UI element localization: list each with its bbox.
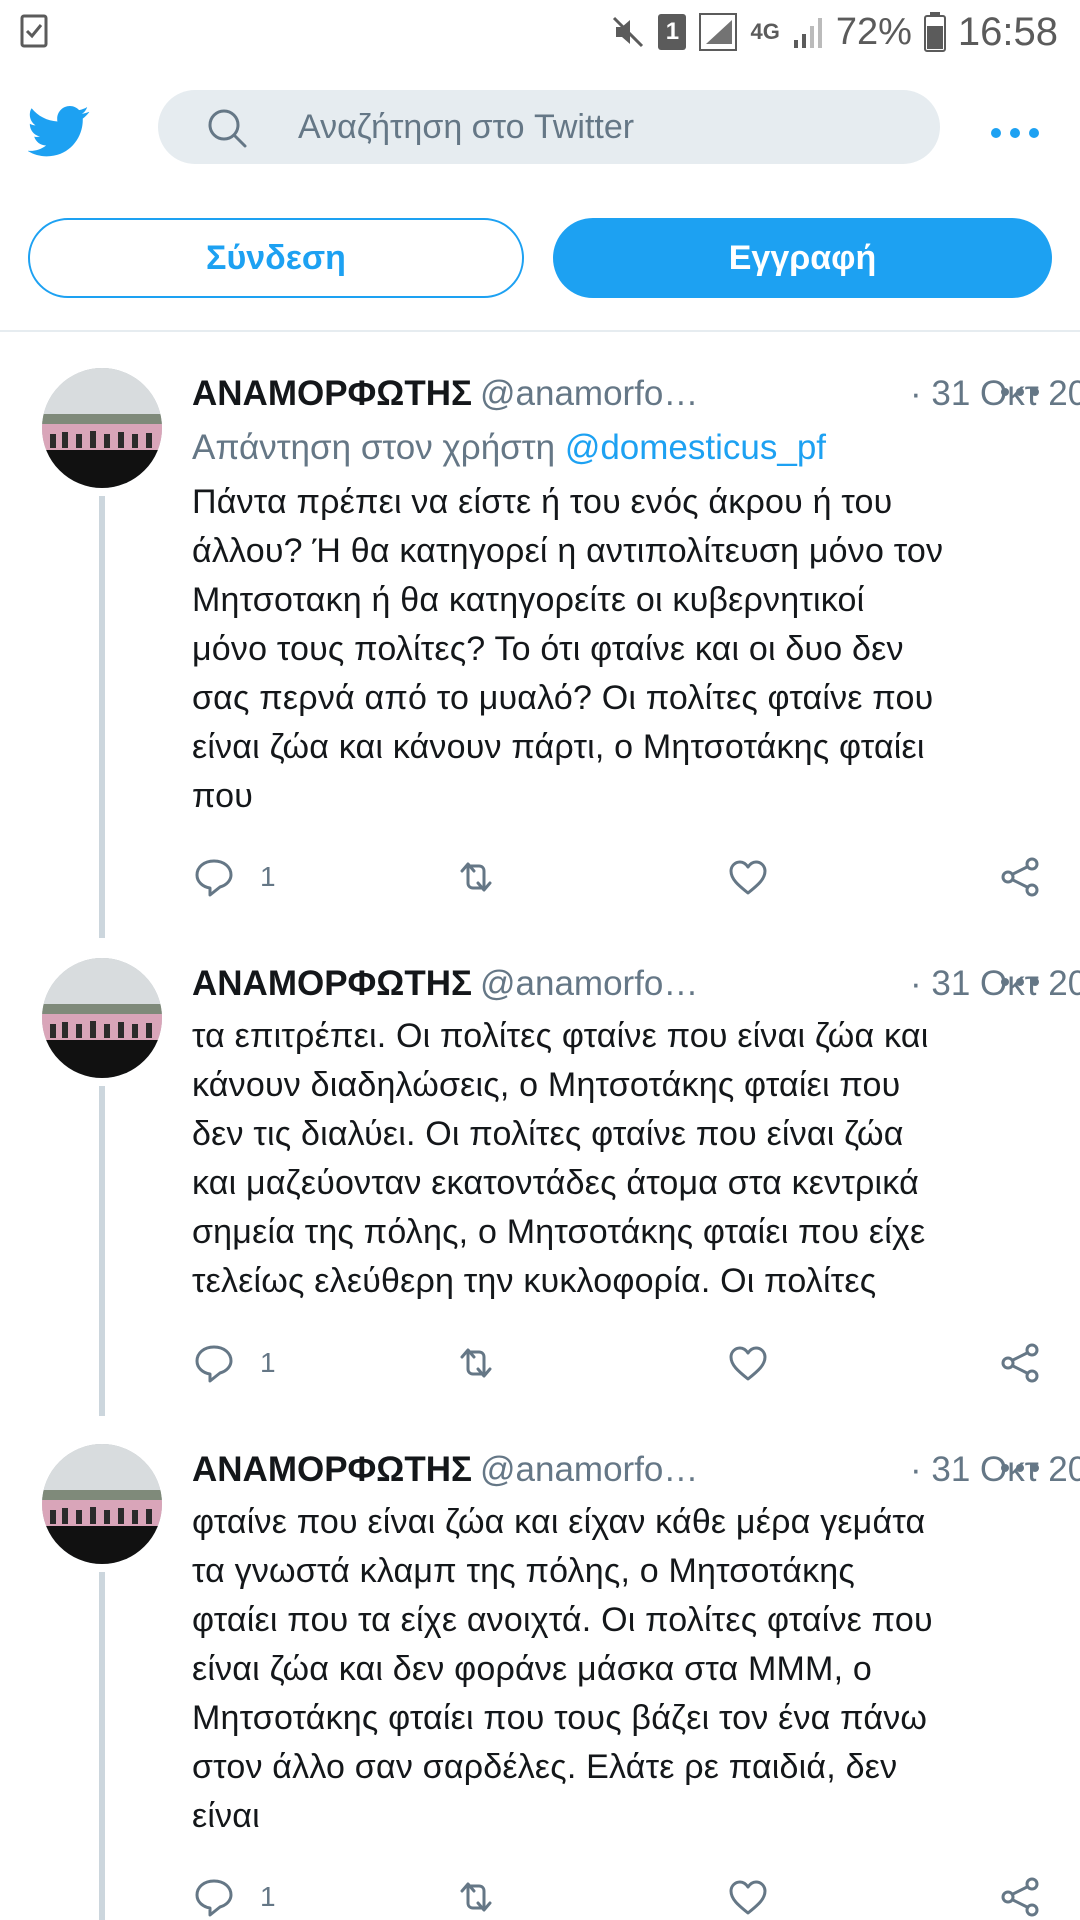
avatar[interactable] (42, 1444, 162, 1564)
share-button[interactable] (998, 852, 1042, 902)
more-icon[interactable] (1000, 386, 1040, 398)
tweet-date[interactable]: · 31 Οκτ 2020 (910, 1448, 1080, 1492)
more-icon[interactable] (1000, 1462, 1040, 1474)
reply-icon (195, 1345, 233, 1383)
tweet-line: που (192, 777, 254, 815)
tweet-header: ΑΝΑΜΟΡΦΩΤΗΣ@anamorfo… · 31 Οκτ 2020 (192, 962, 1080, 1006)
signup-button[interactable]: Εγγραφή (553, 218, 1052, 298)
search-icon (208, 109, 247, 148)
retweet-button[interactable] (454, 1338, 498, 1388)
tweet-line: άλλου? Ή θα κατηγορεί η αντιπολίτευση μό… (192, 532, 944, 570)
retweet-icon (460, 1882, 492, 1912)
search-bar[interactable]: Αναζήτηση στο Twitter (158, 90, 940, 164)
reply-icon (195, 859, 233, 897)
tweet-line: είναι (192, 1797, 260, 1835)
tweet-line: και μαζεύονταν εκατοντάδες άτομα στα κεν… (192, 1164, 919, 1202)
heart-icon (729, 1880, 767, 1915)
status-bar: 1 4G 72% 16:58 (0, 0, 1080, 62)
tweet-text: φταίνε που είναι ζώα και είχαν κάθε μέρα… (192, 1498, 1052, 1841)
reply-context: Απάντηση στον χρήστη @domesticus_pf (192, 426, 826, 470)
share-button[interactable] (998, 1338, 1042, 1388)
like-button[interactable] (726, 852, 770, 902)
battery-icon (923, 12, 946, 52)
tweet-actions: 1 (192, 1338, 1052, 1388)
tweet-line: στον άλλο σαν σαρδέλες. Ελάτε ρε παιδιά,… (192, 1748, 898, 1786)
share-icon (1001, 857, 1039, 897)
task-done-icon (20, 14, 48, 48)
tweet[interactable]: ΑΝΑΜΟΡΦΩΤΗΣ@anamorfo… · 31 Οκτ 2020 τα ε… (0, 958, 1080, 1428)
tweet-line: είναι ζώα και κάνουν πάρτι, ο Μητσοτάκης… (192, 728, 925, 766)
clock: 16:58 (957, 9, 1058, 54)
top-app-bar: Αναζήτηση στο Twitter (0, 72, 1080, 184)
tweet-line: είναι ζώα και δεν φοράνε μάσκα στα ΜΜΜ, … (192, 1650, 872, 1688)
author-handle[interactable]: @anamorfo… (480, 374, 698, 413)
tweet-line: τα γνωστά κλαμπ της πόλης, ο Μητσοτάκης (192, 1552, 855, 1590)
tweet-text: τα επιτρέπει. Οι πολίτες φταίνε που είνα… (192, 1012, 1052, 1306)
reply-button[interactable]: 1 (192, 1872, 276, 1920)
tweet-line: Πάντα πρέπει να είστε ή του ενός άκρου ή… (192, 483, 893, 521)
tweet-actions: 1 (192, 1872, 1052, 1920)
tweet-line: φταίνε που είναι ζώα και είχαν κάθε μέρα… (192, 1503, 926, 1541)
reply-button[interactable]: 1 (192, 1338, 276, 1388)
author-handle[interactable]: @anamorfo… (480, 1450, 698, 1489)
reply-count: 1 (260, 1881, 276, 1912)
like-button[interactable] (726, 1338, 770, 1388)
header-divider (0, 330, 1080, 332)
twitter-logo-icon[interactable] (28, 100, 90, 162)
tweet[interactable]: ΑΝΑΜΟΡΦΩΤΗΣ@anamorfo… · 31 Οκτ 2020 Απάν… (0, 368, 1080, 928)
reply-count: 1 (260, 861, 276, 892)
tweet-line: σημεία της πόλης, ο Μητσοτάκης φταίει πο… (192, 1213, 926, 1251)
retweet-icon (460, 862, 492, 892)
tweet-line: κάνουν διαδηλώσεις, ο Μητσοτάκης φταίει … (192, 1066, 901, 1104)
more-options-icon[interactable] (990, 126, 1040, 140)
reply-button[interactable]: 1 (192, 852, 276, 902)
tweet-line: Μητσοτάκης φταίει που τους βάζει τον ένα… (192, 1699, 928, 1737)
share-button[interactable] (998, 1872, 1042, 1920)
reply-prefix: Απάντηση στον χρήστη (192, 428, 565, 467)
more-icon[interactable] (1000, 976, 1040, 988)
tweet-date[interactable]: · 31 Οκτ 2020 (910, 372, 1080, 416)
author-name[interactable]: ΑΝΑΜΟΡΦΩΤΗΣ (192, 1450, 472, 1489)
sim-badge: 1 (658, 14, 687, 50)
retweet-button[interactable] (454, 1872, 498, 1920)
avatar[interactable] (42, 368, 162, 488)
author-handle[interactable]: @anamorfo… (480, 964, 698, 1003)
tweet-line: δεν τις διαλύει. Οι πολίτες φταίνε που ε… (192, 1115, 904, 1153)
tweet-actions: 1 (192, 852, 1052, 902)
author-name[interactable]: ΑΝΑΜΟΡΦΩΤΗΣ (192, 374, 472, 413)
tweet-line: τελείως ελεύθερη την κυκλοφορία. Οι πολί… (192, 1262, 877, 1300)
tweet-line: σας περνά από το μυαλό? Οι πολίτες φταίν… (192, 679, 934, 717)
tweet-line: φταίει που τα είχε ανοιχτά. Οι πολίτες φ… (192, 1601, 933, 1639)
tweet[interactable]: ΑΝΑΜΟΡΦΩΤΗΣ@anamorfo… · 31 Οκτ 2020 φταί… (0, 1444, 1080, 1920)
tweet-date[interactable]: · 31 Οκτ 2020 (910, 962, 1080, 1006)
battery-percent: 72% (835, 10, 912, 53)
tweet-line: Μητσοτακη ή θα κατηγορείτε οι κυβερνητικ… (192, 581, 865, 619)
heart-icon (729, 860, 767, 895)
reply-icon (195, 1879, 233, 1917)
heart-icon (729, 1346, 767, 1381)
share-icon (1001, 1877, 1039, 1917)
author-name[interactable]: ΑΝΑΜΟΡΦΩΤΗΣ (192, 964, 472, 1003)
retweet-icon (460, 1348, 492, 1378)
avatar[interactable] (42, 958, 162, 1078)
network-label: 4G (750, 19, 780, 44)
reply-mention-link[interactable]: @domesticus_pf (565, 428, 826, 467)
signal-weak-icon (793, 18, 822, 48)
tweet-header: ΑΝΑΜΟΡΦΩΤΗΣ@anamorfo… · 31 Οκτ 2020 (192, 1448, 1080, 1492)
mute-icon (613, 16, 644, 48)
tweet-header: ΑΝΑΜΟΡΦΩΤΗΣ@anamorfo… · 31 Οκτ 2020 (192, 372, 1080, 416)
share-icon (1001, 1343, 1039, 1383)
reply-count: 1 (260, 1347, 276, 1378)
login-button[interactable]: Σύνδεση (28, 218, 524, 298)
tweet-line: τα επιτρέπει. Οι πολίτες φταίνε που είνα… (192, 1017, 929, 1055)
retweet-button[interactable] (454, 852, 498, 902)
like-button[interactable] (726, 1872, 770, 1920)
tweet-line: μόνο τους πολίτες? Το ότι φταίνε και οι … (192, 630, 904, 668)
search-placeholder: Αναζήτηση στο Twitter (298, 108, 635, 146)
tweet-text: Πάντα πρέπει να είστε ή του ενός άκρου ή… (192, 478, 1052, 821)
signal-icon (699, 13, 738, 51)
